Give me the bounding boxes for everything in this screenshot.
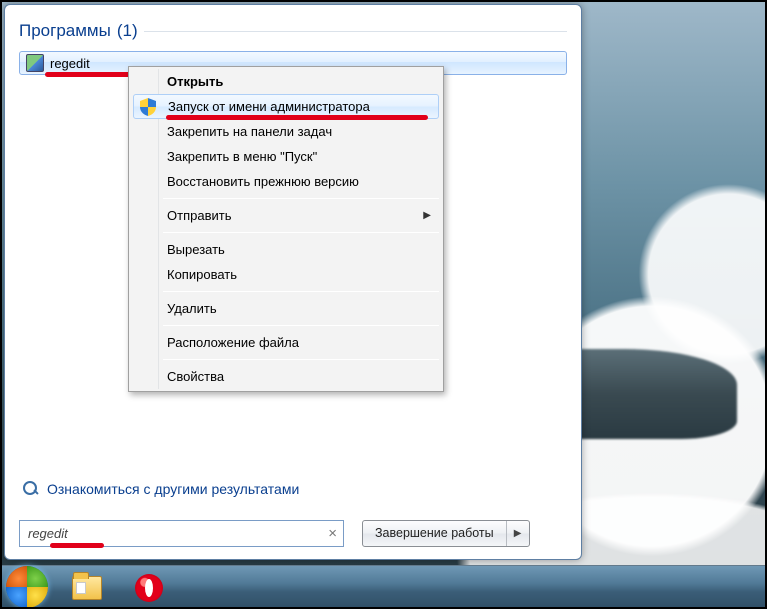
cm-copy[interactable]: Копировать <box>131 262 441 287</box>
cm-cut[interactable]: Вырезать <box>131 237 441 262</box>
shutdown-main[interactable]: Завершение работы <box>363 521 507 546</box>
cm-separator <box>163 232 439 233</box>
programs-label: Программы <box>19 21 111 41</box>
cm-open[interactable]: Открыть <box>131 69 441 94</box>
shutdown-options-arrow[interactable]: ▶ <box>507 521 529 546</box>
submenu-arrow-icon: ▶ <box>423 210 431 221</box>
cm-properties[interactable]: Свойства <box>131 364 441 389</box>
annotation-underline <box>50 543 104 548</box>
uac-shield-icon <box>140 98 156 116</box>
cm-pin-start[interactable]: Закрепить в меню "Пуск" <box>131 144 441 169</box>
search-result-label: regedit <box>50 56 90 71</box>
opera-icon <box>135 574 163 602</box>
taskbar-opera[interactable] <box>126 571 172 605</box>
programs-header: Программы (1) <box>19 21 567 41</box>
cm-delete[interactable]: Удалить <box>131 296 441 321</box>
explorer-icon <box>72 576 102 600</box>
annotation-underline <box>45 72 131 77</box>
cm-separator <box>163 325 439 326</box>
cm-file-location[interactable]: Расположение файла <box>131 330 441 355</box>
cm-pin-taskbar[interactable]: Закрепить на панели задач <box>131 119 441 144</box>
cm-delete-label: Удалить <box>167 301 217 316</box>
clear-search-icon[interactable]: × <box>328 526 337 541</box>
search-input[interactable]: regedit × <box>19 520 344 547</box>
start-menu-bottom-row: regedit × Завершение работы ▶ <box>19 519 567 547</box>
header-divider <box>144 31 567 32</box>
more-results-link[interactable]: Ознакомиться с другими результатами <box>23 481 299 497</box>
cm-send-to-label: Отправить <box>167 208 231 223</box>
cm-copy-label: Копировать <box>167 267 237 282</box>
start-button[interactable] <box>6 566 48 608</box>
shutdown-label: Завершение работы <box>375 526 494 540</box>
regedit-icon <box>26 54 44 72</box>
taskbar-explorer[interactable] <box>64 571 110 605</box>
cm-restore-previous-label: Восстановить прежнюю версию <box>167 174 359 189</box>
cm-run-as-admin[interactable]: Запуск от имени администратора <box>133 94 439 119</box>
shutdown-button[interactable]: Завершение работы ▶ <box>362 520 530 547</box>
chevron-right-icon: ▶ <box>514 528 522 539</box>
cm-run-as-admin-label: Запуск от имени администратора <box>168 99 370 114</box>
taskbar <box>0 565 767 609</box>
programs-count: (1) <box>117 21 138 41</box>
more-results-label: Ознакомиться с другими результатами <box>47 481 299 497</box>
cm-open-label: Открыть <box>167 74 223 89</box>
search-icon <box>23 481 39 497</box>
cm-pin-start-label: Закрепить в меню "Пуск" <box>167 149 317 164</box>
cm-restore-previous[interactable]: Восстановить прежнюю версию <box>131 169 441 194</box>
cm-separator <box>163 359 439 360</box>
cm-send-to[interactable]: Отправить ▶ <box>131 203 441 228</box>
cm-pin-taskbar-label: Закрепить на панели задач <box>167 124 332 139</box>
cm-cut-label: Вырезать <box>167 242 225 257</box>
search-input-value: regedit <box>28 526 68 541</box>
cm-file-location-label: Расположение файла <box>167 335 299 350</box>
cm-properties-label: Свойства <box>167 369 224 384</box>
cm-separator <box>163 291 439 292</box>
cm-separator <box>163 198 439 199</box>
context-menu: Открыть Запуск от имени администратора З… <box>128 66 444 392</box>
